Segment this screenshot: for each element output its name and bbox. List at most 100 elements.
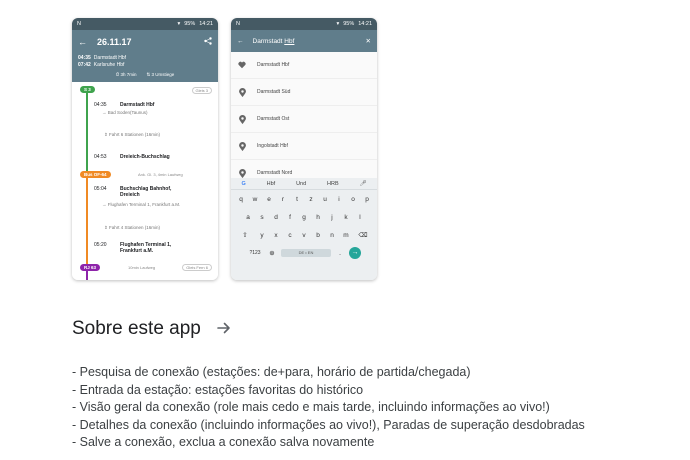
key[interactable]: n [327,232,337,239]
google-g-icon[interactable]: G [241,181,245,187]
arrival-time: 07:42 [78,62,91,68]
globe-icon[interactable]: ⊕ [267,249,277,257]
shift-key-icon[interactable]: ⇧ [237,231,253,239]
stop-row[interactable]: 04:35 Darmstadt Hbf [94,102,212,108]
keyboard-suggestion[interactable]: Und [296,181,306,187]
stop-time: 05:04 [94,186,107,192]
place-icon [238,87,246,97]
list-item[interactable]: Ingolstadt Hbf [231,133,377,160]
back-arrow-icon[interactable]: ← [78,37,87,47]
key[interactable]: u [320,196,330,203]
description-line: - Visão geral da conexão (role mais cedo… [72,400,550,414]
stop-time: 05:20 [94,242,107,248]
close-icon[interactable]: ✕ [366,37,371,45]
suggestion-label: Ingolstadt Hbf [257,143,288,149]
back-arrow-icon[interactable]: ← [237,38,244,45]
segment-stops-label: Fahrt 4 Stationen (16min) [109,225,161,230]
microphone-icon[interactable]: 🎤︎ [360,181,367,187]
route-summary: 04:35 Darmstadt Hbf 07:42 Karlsruhe Hbf [78,55,212,69]
segment-stops-toggle[interactable]: ⇕ Fahrt 4 Stationen (16min) [104,225,160,231]
key[interactable]: v [299,232,309,239]
key[interactable]: e [264,196,274,203]
key[interactable]: m [341,232,351,239]
backspace-key-icon[interactable]: ⌫ [355,231,371,239]
key[interactable]: c [285,232,295,239]
station-search-input[interactable]: Darmstadt Hbf [253,38,357,45]
description-line: - Pesquisa de conexão (estações: de+para… [72,365,471,379]
key[interactable]: t [292,196,302,203]
platform-pill: Gleis Fern 6 [182,264,212,271]
key[interactable]: r [278,196,288,203]
key[interactable]: k [341,214,351,221]
battery-level: 95% [343,21,355,27]
segment-stops-toggle[interactable]: ⇕ Fahrt 6 Stationen (16min) [104,132,160,138]
keyboard-suggestion[interactable]: Hbf [267,181,276,187]
keyboard-row-4: ?123 ⊕ DE • EN . → [231,244,377,262]
screenshot-connection-details[interactable]: N ▾ 95% 14:21 ← 26.11.17 04:35 Darmstadt … [72,18,218,280]
stop-row[interactable]: 05:04 Buchschlag Bahnhof, Dreieich [94,186,212,198]
query-typed: Hbf [284,37,295,45]
keyboard-row-1: q w e r t z u i o p [231,190,377,208]
arrow-right-icon[interactable] [217,319,231,340]
enter-key-icon[interactable]: → [349,247,361,259]
period-key[interactable]: . [335,250,345,257]
number-mode-key[interactable]: ?123 [247,250,263,256]
key[interactable]: y [257,232,267,239]
key[interactable]: h [313,214,323,221]
key[interactable]: f [285,214,295,221]
station-search-bar[interactable]: ← Darmstadt Hbf ✕ [231,30,377,52]
wifi-icon: ▾ [336,21,340,27]
stop-time: 04:35 [94,102,107,108]
description-line: - Entrada da estação: estações favoritas… [72,382,364,397]
keyboard-suggestion-strip: G Hbf Und HRB 🎤︎ [231,178,377,190]
stop-name: Flughafen Terminal 1, Frankfurt a.M. [120,242,172,254]
key[interactable]: p [362,196,372,203]
about-section-header[interactable]: Sobre este app [72,318,231,340]
key[interactable]: x [271,232,281,239]
heart-icon [238,61,246,69]
key[interactable]: w [250,196,260,203]
description-line: - Detalhes da conexão (incluindo informa… [72,417,585,432]
place-icon [238,141,246,151]
s-bahn-line [86,86,88,172]
suggestion-list: Darmstadt Hbf Darmstadt Süd Darmstadt Os… [231,52,377,187]
key[interactable]: g [299,214,309,221]
suggestion-label: Darmstadt Hbf [257,62,290,68]
keyboard-suggestion[interactable]: HRB [327,181,339,187]
on-screen-keyboard[interactable]: G Hbf Und HRB 🎤︎ q w e r t z u i o p a s [231,178,377,280]
clock: 14:21 [199,21,213,27]
app-description: - Pesquisa de conexão (estações: de+para… [72,364,672,452]
space-bar[interactable]: DE • EN [281,249,331,257]
keyboard-row-2: a s d f g h j k l [231,208,377,226]
list-item[interactable]: Darmstadt Ost [231,106,377,133]
walk-note: Ank. Gl. 3, 4min Laufweg [138,172,183,177]
departure-time: 04:35 [78,55,91,61]
suggestion-label: Darmstadt Süd [257,89,291,95]
key[interactable]: d [271,214,281,221]
stop-row[interactable]: 05:20 Flughafen Terminal 1, Frankfurt a.… [94,242,212,254]
key[interactable]: o [348,196,358,203]
arrival-station: Karlsruhe Hbf [93,62,125,68]
list-item[interactable]: Darmstadt Hbf [231,52,377,79]
key[interactable]: b [313,232,323,239]
key[interactable]: s [257,214,267,221]
suggestion-label: Darmstadt Nord [257,170,293,176]
rj-badge: RJ 63 [80,264,101,271]
battery-level: 95% [184,21,196,27]
key[interactable]: z [306,196,316,203]
stop-row[interactable]: 04:53 Dreieich-Buchschlag [94,154,212,160]
list-item[interactable]: Darmstadt Süd [231,79,377,106]
stop-name: Darmstadt Hbf [120,102,155,108]
share-icon[interactable] [204,37,212,47]
key[interactable]: q [236,196,246,203]
key[interactable]: j [327,214,337,221]
notification-icon: N [77,21,81,27]
key[interactable]: l [355,214,365,221]
key[interactable]: i [334,196,344,203]
bus-line [86,174,88,264]
connection-timeline[interactable]: S 3 Gleis 3 04:35 Darmstadt Hbf → Bad So… [72,82,218,280]
screenshot-station-search[interactable]: N ▾ 95% 14:21 ← Darmstadt Hbf ✕ Darmstad… [231,18,377,280]
key[interactable]: a [243,214,253,221]
description-line: - Salve a conexão, exclua a conexão salv… [72,435,375,449]
walk-note: 10min Laufweg [128,265,156,270]
